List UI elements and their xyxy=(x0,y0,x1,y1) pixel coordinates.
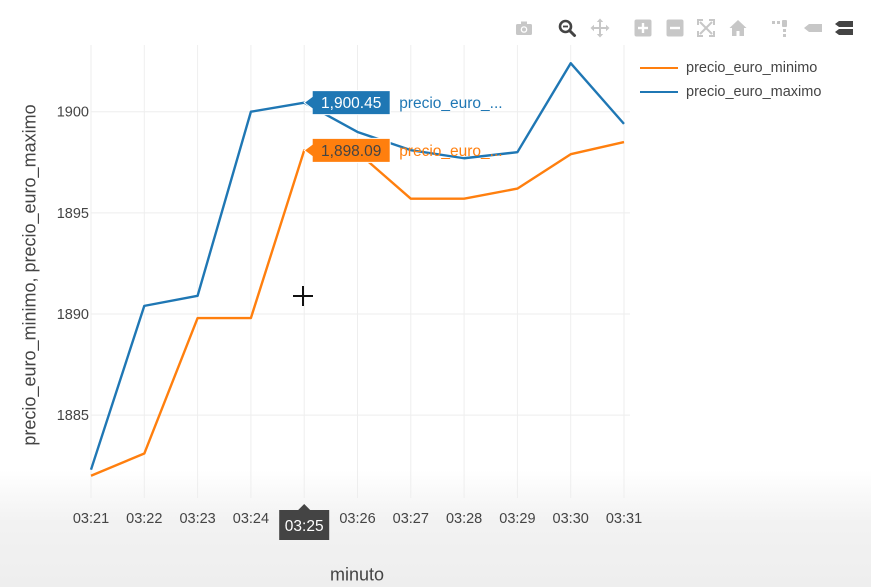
y-tick-labels: 1885 1890 1895 1900 xyxy=(57,105,89,424)
hover-closest-icon[interactable] xyxy=(801,16,825,40)
x-hover-value: 03:25 xyxy=(285,518,324,535)
legend-swatch-minimo xyxy=(640,67,678,69)
legend-swatch-maximo xyxy=(640,91,678,93)
hover-value-maximo: 1,900.45 xyxy=(321,95,381,112)
spike-lines-icon[interactable] xyxy=(768,16,792,40)
zoom-out-icon[interactable] xyxy=(663,16,687,40)
y-axis-title: precio_euro_minimo, precio_euro_maximo xyxy=(19,104,40,446)
zoom-in-icon[interactable] xyxy=(631,16,655,40)
x-tick-label: 03:23 xyxy=(179,511,215,527)
legend-label-minimo: precio_euro_minimo xyxy=(686,60,818,76)
legend: precio_euro_minimo precio_euro_maximo xyxy=(640,56,821,104)
y-tick-label: 1895 xyxy=(57,206,89,222)
x-tick-label: 03:24 xyxy=(233,511,269,527)
hover-compare-icon[interactable] xyxy=(832,16,856,40)
x-tick-label: 03:22 xyxy=(126,511,162,527)
zoom-icon[interactable] xyxy=(555,16,579,40)
camera-icon[interactable] xyxy=(512,16,536,40)
hover-series-maximo: precio_euro_... xyxy=(399,95,502,112)
hover-series-minimo: precio_euro_... xyxy=(399,143,502,160)
x-tick-label: 03:27 xyxy=(393,511,429,527)
y-tick-label: 1885 xyxy=(57,408,89,424)
home-icon[interactable] xyxy=(726,16,750,40)
y-tick-label: 1900 xyxy=(57,105,89,121)
legend-label-maximo: precio_euro_maximo xyxy=(686,84,822,100)
x-tick-label: 03:26 xyxy=(339,511,375,527)
x-tick-label: 03:31 xyxy=(606,511,642,527)
legend-item-precio-euro-minimo[interactable]: precio_euro_minimo xyxy=(640,56,821,80)
hover-value-minimo: 1,898.09 xyxy=(321,143,381,160)
hover-layer: 1,900.45 precio_euro_... 1,898.09 precio_eu… xyxy=(279,90,503,540)
legend-item-precio-euro-maximo[interactable]: precio_euro_maximo xyxy=(640,80,821,104)
autoscale-icon[interactable] xyxy=(694,16,718,40)
y-tick-label: 1890 xyxy=(57,307,89,323)
pan-icon[interactable] xyxy=(588,16,612,40)
x-tick-label: 03:29 xyxy=(499,511,535,527)
x-tick-label: 03:30 xyxy=(553,511,589,527)
x-tick-label: 03:28 xyxy=(446,511,482,527)
x-tick-label: 03:21 xyxy=(73,511,109,527)
x-axis-title: minuto xyxy=(329,564,385,585)
x-tick-labels: 03:2103:2203:2303:2403:2503:2603:2703:28… xyxy=(73,511,642,527)
